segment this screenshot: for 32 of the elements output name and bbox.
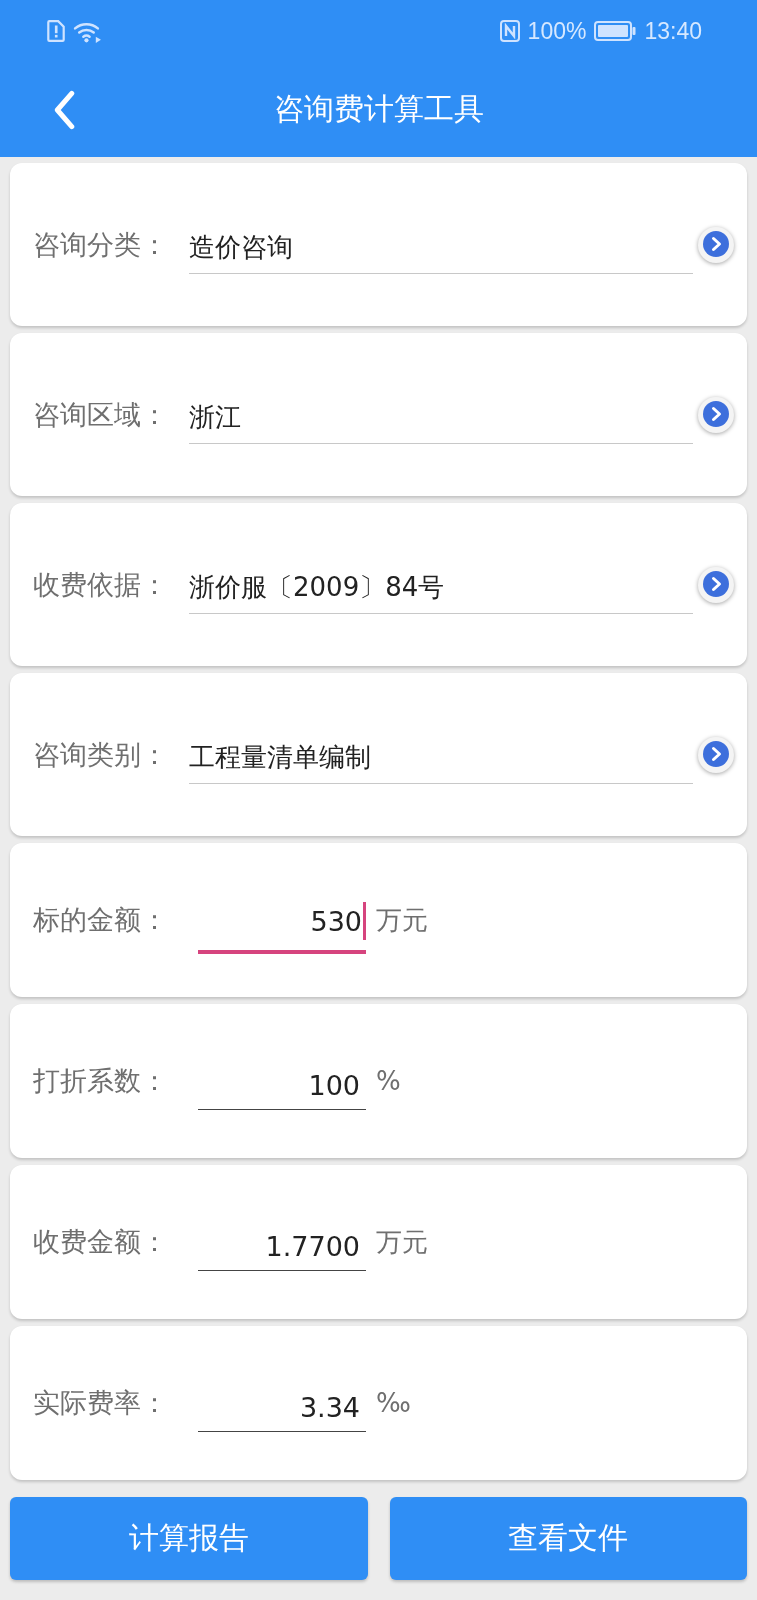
- field-label: 收费依据：: [33, 567, 169, 602]
- chevron-right-icon[interactable]: [697, 395, 735, 434]
- input-field[interactable]: 530: [198, 894, 366, 954]
- field-label: 实际费率：: [33, 1386, 169, 1420]
- field-label: 标的金额：: [33, 903, 169, 937]
- battery-icon: [594, 21, 637, 41]
- input-field[interactable]: 100: [198, 1060, 366, 1110]
- back-icon[interactable]: [52, 89, 76, 130]
- field-label: 打折系数：: [33, 1064, 169, 1098]
- unit-label: ‰: [376, 1388, 411, 1418]
- input-field[interactable]: 3.34: [198, 1382, 366, 1432]
- select-field[interactable]: 工程量清单编制: [189, 729, 693, 784]
- unit-label: 万元: [376, 1225, 428, 1259]
- battery-percent: 100%: [527, 17, 587, 45]
- chevron-right-icon[interactable]: [697, 225, 735, 264]
- field-label: 咨询区域：: [33, 397, 169, 432]
- chevron-right-icon[interactable]: [697, 565, 735, 604]
- field-label: 咨询分类：: [33, 227, 169, 262]
- unit-label: %: [376, 1066, 401, 1096]
- nfc-icon: [499, 20, 520, 42]
- unit-label: 万元: [376, 903, 428, 937]
- text-cursor: [363, 902, 366, 940]
- input-field[interactable]: 1.7700: [198, 1221, 366, 1271]
- page-title: 咨询费计算工具: [273, 90, 484, 128]
- select-field[interactable]: 造价咨询: [189, 219, 693, 274]
- chevron-right-icon[interactable]: [697, 735, 735, 774]
- field-label: 咨询类别：: [33, 737, 169, 772]
- sim-alert-icon: [47, 20, 65, 42]
- field-label: 收费金额：: [33, 1225, 169, 1259]
- clock: 13:40: [644, 17, 702, 45]
- select-field[interactable]: 浙江: [189, 389, 693, 444]
- select-field[interactable]: 浙价服〔2009〕84号: [189, 559, 693, 614]
